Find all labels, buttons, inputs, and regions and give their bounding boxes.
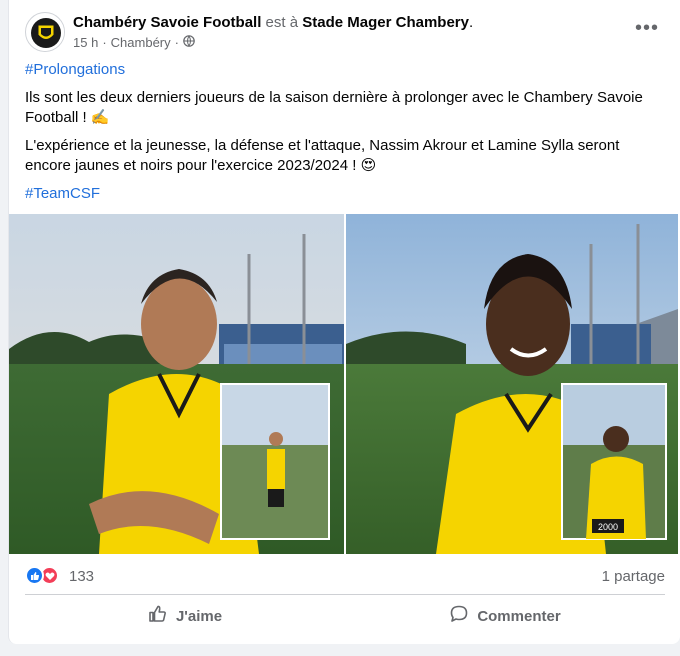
location-link[interactable]: Stade Mager Chambery <box>302 14 469 31</box>
post-place: Chambéry <box>110 35 171 50</box>
post-text: #Prolongations Ils sont les deux dernier… <box>25 60 665 212</box>
post-card: Chambéry Savoie Football est à Stade Mag… <box>8 0 680 644</box>
post-paragraph: Ils sont les deux derniers joueurs de la… <box>25 89 643 126</box>
thumbs-up-icon <box>148 604 168 628</box>
post-photo[interactable]: 2000 <box>346 214 680 554</box>
post-photo[interactable] <box>9 214 344 554</box>
hashtag-link[interactable]: #TeamCSF <box>25 185 100 202</box>
globe-icon[interactable] <box>183 35 195 50</box>
reaction-count[interactable]: 133 <box>69 568 94 585</box>
post-paragraph: L'expérience et la jeunesse, la défense … <box>25 137 620 174</box>
like-reaction-icon <box>25 566 44 585</box>
hashtag-link[interactable]: #Prolongations <box>25 61 125 78</box>
period: . <box>468 14 474 31</box>
comment-icon <box>449 604 469 628</box>
reaction-summary: 133 1 partage <box>25 562 665 590</box>
meta-separator: · <box>102 35 107 50</box>
meta-separator: · <box>174 35 179 50</box>
photo-grid: 2000 <box>9 214 680 554</box>
reaction-icons[interactable] <box>25 566 59 585</box>
post-time[interactable]: 15 h <box>73 35 98 50</box>
share-count[interactable]: 1 partage <box>602 568 665 585</box>
post-header: Chambéry Savoie Football est à Stade Mag… <box>25 12 665 54</box>
divider <box>25 594 665 595</box>
author-line: Chambéry Savoie Football est à Stade Mag… <box>73 14 473 31</box>
photo-badge-text: 2000 <box>598 522 618 532</box>
action-bar: J'aime Commenter <box>25 598 665 634</box>
comment-label: Commenter <box>477 607 561 625</box>
more-options-icon[interactable]: ••• <box>629 18 665 54</box>
like-label: J'aime <box>175 607 223 625</box>
post-meta: 15 h · Chambéry · <box>73 35 195 50</box>
like-button[interactable]: J'aime <box>25 598 345 634</box>
comment-button[interactable]: Commenter <box>345 598 665 634</box>
page-name-link[interactable]: Chambéry Savoie Football <box>73 14 261 31</box>
at-text: est à <box>261 14 303 31</box>
page-avatar[interactable] <box>25 12 65 52</box>
